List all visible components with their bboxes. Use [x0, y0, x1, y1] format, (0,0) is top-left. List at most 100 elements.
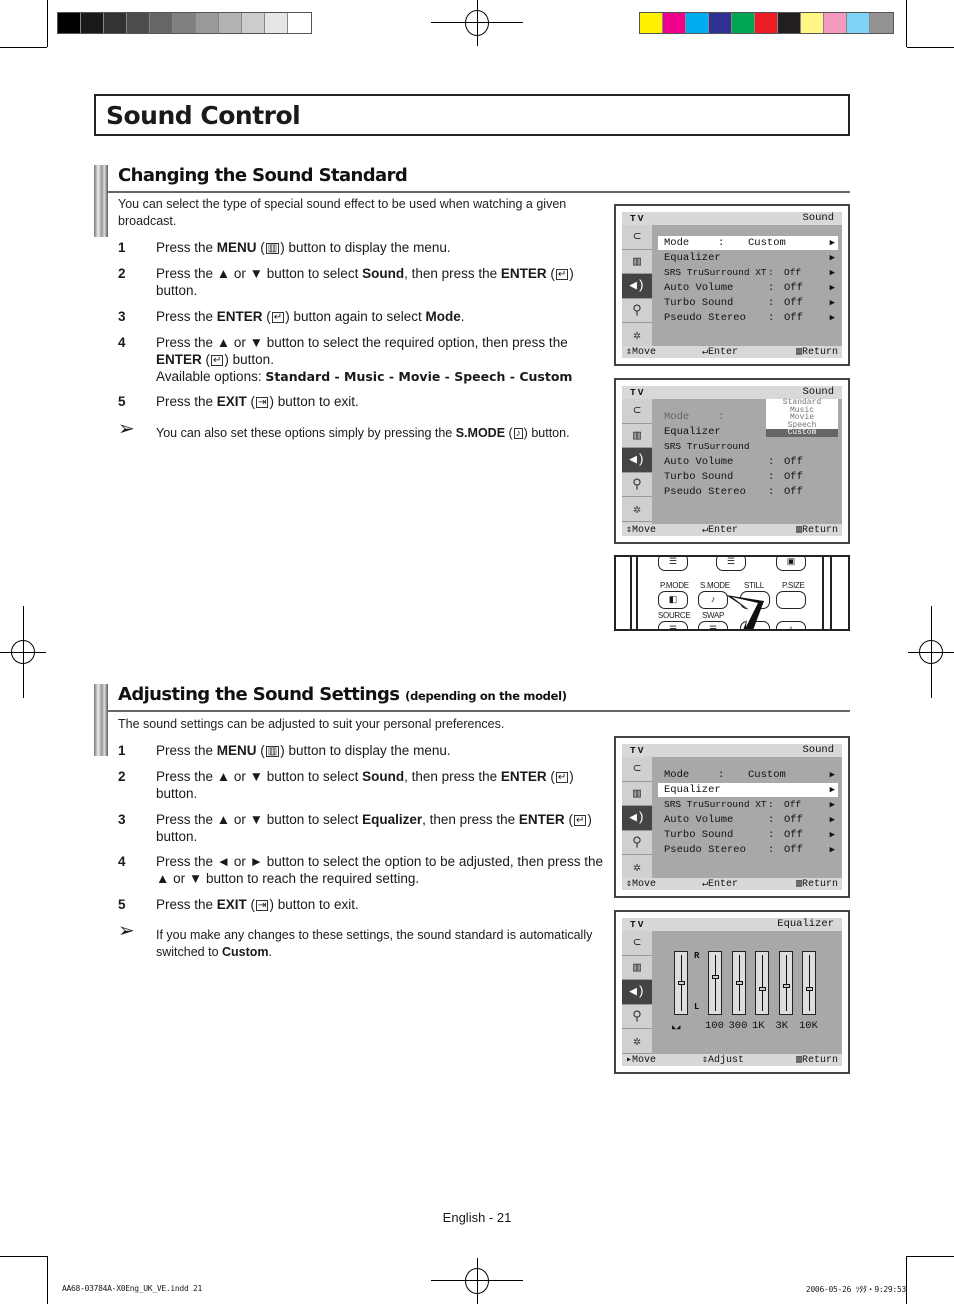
input-icon: ⊂ — [622, 931, 652, 956]
color-swatch — [288, 13, 311, 33]
osd-move-hint: ⇕Move — [626, 525, 657, 536]
remote-control-illustration: ☰ ☰ ▣ P.MODE S.MODE STILL P.SIZE ◧ ♪ SOU… — [614, 555, 850, 631]
section-bar — [94, 165, 108, 237]
osd-row-value: Off — [784, 312, 803, 324]
mode-dropdown: Standard Music Movie Speech Custom — [766, 399, 838, 437]
osd-sound-menu-equalizer: TV Sound ⊂ ▥ ◀) ⚲ ✲ ⇕Move ↵Enter ▥Return Mode: Cust… — [614, 736, 850, 898]
color-swatch — [127, 13, 150, 33]
balance-slider — [674, 951, 688, 1015]
step-number: 1 — [118, 743, 126, 758]
note-arrow-icon: ➢ — [118, 920, 135, 942]
crop-mark — [47, 1256, 48, 1304]
osd-sidebar: ⊂ ▥ ◀) ⚲ ✲ — [622, 931, 652, 1054]
osd-row-label: SRS TruSurround XT — [664, 799, 767, 810]
color-swatch — [81, 13, 104, 33]
osd-footer: ▸Move ⇕Adjust ▥Return — [622, 1054, 842, 1066]
remote-label: SOURCE — [658, 611, 691, 620]
osd-header: TV Sound — [622, 212, 842, 225]
color-swatch — [824, 13, 847, 33]
osd-enter-hint: ↵Enter — [702, 347, 739, 358]
input-icon: ⊂ — [622, 757, 652, 782]
pointer-hand-icon — [726, 595, 764, 629]
eq-band-label: 3K — [775, 1020, 789, 1032]
sound-icon: ◀) — [622, 806, 652, 831]
menu-icon: ▥ — [265, 243, 280, 254]
step-number: 5 — [118, 897, 126, 912]
channel-icon: ⚲ — [622, 299, 652, 324]
color-swatch — [847, 13, 870, 33]
eq-band-slider — [731, 951, 746, 1015]
osd-return-hint: ▥Return — [795, 879, 838, 890]
osd-row-value: Custom — [748, 237, 786, 249]
eq-band-label: 10K — [799, 1020, 818, 1032]
osd-enter-hint: ↵Enter — [702, 525, 739, 536]
enter-icon: ↵ — [271, 312, 285, 323]
step-text: Press the MENU (▥) button to display the… — [156, 240, 451, 255]
osd-row-label: Auto Volume — [664, 456, 734, 468]
color-swatch — [242, 13, 265, 33]
step-text: Press the ▲ or ▼ button to select Equali… — [156, 812, 592, 844]
osd-menu-row: SRS TruSurround XT: Off ▶ — [664, 267, 835, 278]
section-heading: Changing the Sound Standard — [118, 165, 408, 186]
sound-icon: ◀) — [622, 274, 652, 299]
osd-menu-row: Auto Volume: Off ▶ — [664, 282, 835, 294]
color-swatch — [196, 13, 219, 33]
osd-tv-label: TV — [630, 213, 646, 224]
eq-band-label: 300 — [728, 1020, 748, 1032]
osd-row-label: Auto Volume — [664, 282, 734, 294]
osd-sound-mode-dropdown: TV Sound ⊂ ▥ ◀) ⚲ ✲ ⇕Move ↵Enter ▥Return Mode: Equa… — [614, 378, 850, 544]
osd-row-label: Turbo Sound — [664, 829, 734, 841]
eq-band-slider — [708, 951, 722, 1015]
setup-icon: ✲ — [622, 1029, 652, 1054]
osd-row-value: Off — [784, 456, 803, 468]
osd-row-value: Off — [784, 267, 802, 278]
osd-row-value: Off — [784, 829, 803, 841]
step-text: Press the EXIT (⇥) button to exit. — [156, 897, 359, 912]
step-number: 3 — [118, 309, 126, 324]
eq-slider-knob — [782, 983, 790, 988]
osd-menu-row: SRS TruSurround — [658, 440, 838, 454]
section-intro: The sound settings can be adjusted to su… — [118, 717, 505, 731]
eq-band-slider — [755, 951, 769, 1015]
color-swatch — [801, 13, 824, 33]
osd-menu-row: Equalizer ▶ — [658, 783, 838, 797]
setup-icon: ✲ — [622, 497, 652, 522]
osd-title: Sound — [802, 744, 834, 756]
step-text: Press the MENU (▥) button to display the… — [156, 743, 451, 758]
osd-menu-row: Equalizer ▶ — [658, 251, 838, 265]
osd-row-value: Off — [784, 486, 803, 498]
osd-move-hint: ▸Move — [626, 1055, 657, 1066]
setup-icon: ✲ — [622, 855, 652, 880]
channel-icon: ⚲ — [622, 473, 652, 498]
osd-row-label: Pseudo Stereo — [664, 844, 746, 856]
osd-menu-row: Mode: Custom ▶ — [664, 769, 835, 781]
osd-row-label: Turbo Sound — [664, 297, 734, 309]
arrow-right-icon: ▶ — [829, 238, 835, 248]
arrow-right-icon: ▶ — [829, 283, 835, 293]
osd-menu-row: Auto Volume: Off ▶ — [664, 814, 835, 826]
eq-band-label: 1K — [752, 1020, 765, 1032]
remote-button: ☰ — [658, 621, 688, 629]
arrow-right-icon: ▶ — [829, 785, 835, 795]
eq-slider-knob — [735, 981, 743, 985]
note-arrow-icon: ➢ — [118, 418, 135, 440]
osd-menu-row: Pseudo Stereo: Off ▶ — [664, 312, 835, 324]
osd-tv-label: TV — [630, 919, 646, 930]
crop-mark — [0, 1256, 47, 1257]
osd-row-label: Pseudo Stereo — [664, 312, 746, 324]
osd-row-label: Equalizer — [664, 426, 721, 438]
step-text: Press the ▲ or ▼ button to select Sound,… — [156, 266, 574, 298]
remote-label: P.SIZE — [782, 581, 805, 590]
step-number: 4 — [118, 854, 126, 869]
arrow-right-icon: ▶ — [829, 845, 835, 855]
channel-icon: ⚲ — [622, 1005, 652, 1030]
step-number: 5 — [118, 394, 126, 409]
osd-header: TV Equalizer — [622, 918, 842, 931]
step-text: Press the ◄ or ► button to select the op… — [156, 854, 603, 886]
setup-icon: ✲ — [622, 323, 652, 348]
osd-title: Sound — [802, 212, 834, 224]
eq-slider-knob — [806, 987, 813, 992]
step-text: Press the EXIT (⇥) button to exit. — [156, 394, 359, 409]
crop-mark — [907, 1256, 954, 1257]
registration-mark — [908, 606, 954, 698]
